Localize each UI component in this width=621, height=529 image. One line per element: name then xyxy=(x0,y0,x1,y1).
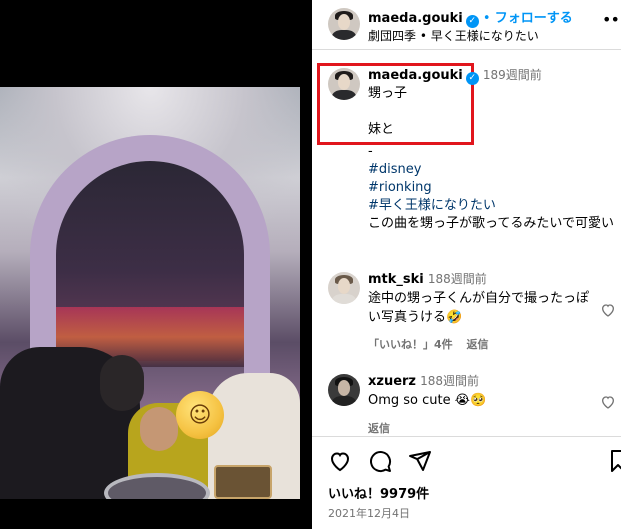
post-media-pane: ☺ xyxy=(0,0,312,529)
follow-button[interactable]: フォローする xyxy=(495,11,573,26)
commenter-avatar[interactable] xyxy=(328,272,360,304)
post-photo[interactable]: ☺ xyxy=(0,87,300,499)
header-subtitle: 劇団四季 • 早く王様になりたい xyxy=(368,29,539,43)
caption-line-2: 妹と xyxy=(368,122,395,137)
caption-username[interactable]: maeda.gouki xyxy=(368,68,463,83)
caption-line-1: 甥っ子 xyxy=(368,86,408,101)
caption-author-avatar[interactable] xyxy=(328,68,360,100)
hashtag-disney[interactable]: #disney xyxy=(368,161,618,179)
comment-item: xzuerz 188週間前 Omg so cute 😭🥺 返信 xyxy=(312,372,621,436)
header-separator: • xyxy=(482,11,491,26)
caption-dash: - xyxy=(368,144,373,159)
caption-line-3: この曲を甥っ子が歌ってるみたいで可愛い xyxy=(368,216,614,231)
comment-likes-count[interactable]: 「いいね！」4件 xyxy=(368,338,453,351)
comment-reply-button[interactable]: 返信 xyxy=(467,338,489,351)
comment-username[interactable]: xzuerz xyxy=(368,374,416,389)
share-icon[interactable] xyxy=(408,449,432,473)
heart-icon[interactable] xyxy=(600,302,616,318)
comment-body: mtk_ski 188週間前 途中の甥っ子くんが自分で撮ったっぽい写真うける🤣 xyxy=(368,270,600,327)
comment-meta: 「いいね！」4件 返信 xyxy=(368,336,489,352)
heart-icon[interactable] xyxy=(328,449,352,473)
caption-body: maeda.gouki ✓ 189週間前 甥っ子 妹と - #disney #ri… xyxy=(368,66,618,233)
hashtag-king[interactable]: #早く王様になりたい xyxy=(368,197,618,215)
commenter-avatar[interactable] xyxy=(328,374,360,406)
header-author-line: maeda.gouki ✓ • フォローする xyxy=(368,7,573,28)
likes-count[interactable]: いいね！9979件 xyxy=(328,483,429,502)
author-avatar[interactable] xyxy=(328,8,360,40)
photo-handbag xyxy=(214,465,272,499)
comment-username[interactable]: mtk_ski xyxy=(368,272,424,287)
comment-text: Omg so cute 😭🥺 xyxy=(368,393,487,408)
comment-reply-button[interactable]: 返信 xyxy=(368,422,390,435)
more-options-icon[interactable]: ••• xyxy=(602,10,621,29)
comment-meta: 返信 xyxy=(368,420,390,436)
post-sidebar: maeda.gouki ✓ • フォローする 劇団四季 • 早く王様になりたい •… xyxy=(312,0,621,529)
post-actions: いいね！9979件 2021年12月4日 xyxy=(312,436,621,529)
caption-time[interactable]: 189週間前 xyxy=(483,68,542,82)
comment-item: mtk_ski 188週間前 途中の甥っ子くんが自分で撮ったっぽい写真うける🤣 … xyxy=(312,270,621,356)
comment-time: 188週間前 xyxy=(420,374,480,388)
photo-person-head xyxy=(100,355,144,411)
verified-badge-icon: ✓ xyxy=(465,72,479,85)
heart-icon[interactable] xyxy=(600,394,616,410)
header-username[interactable]: maeda.gouki xyxy=(368,11,463,26)
comment-time: 188週間前 xyxy=(427,272,487,286)
comment-text: 途中の甥っ子くんが自分で撮ったっぽい写真うける🤣 xyxy=(368,291,590,325)
hashtag-rionking[interactable]: #rionking xyxy=(368,179,618,197)
comment-icon[interactable] xyxy=(368,449,392,473)
post-date[interactable]: 2021年12月4日 xyxy=(328,505,410,521)
post-header: maeda.gouki ✓ • フォローする 劇団四季 • 早く王様になりたい •… xyxy=(312,0,621,50)
bookmark-icon[interactable] xyxy=(610,449,621,473)
comment-body: xzuerz 188週間前 Omg so cute 😭🥺 xyxy=(368,372,600,410)
photo-child-head xyxy=(140,407,178,451)
smiley-face-sticker-icon: ☺ xyxy=(176,391,224,439)
